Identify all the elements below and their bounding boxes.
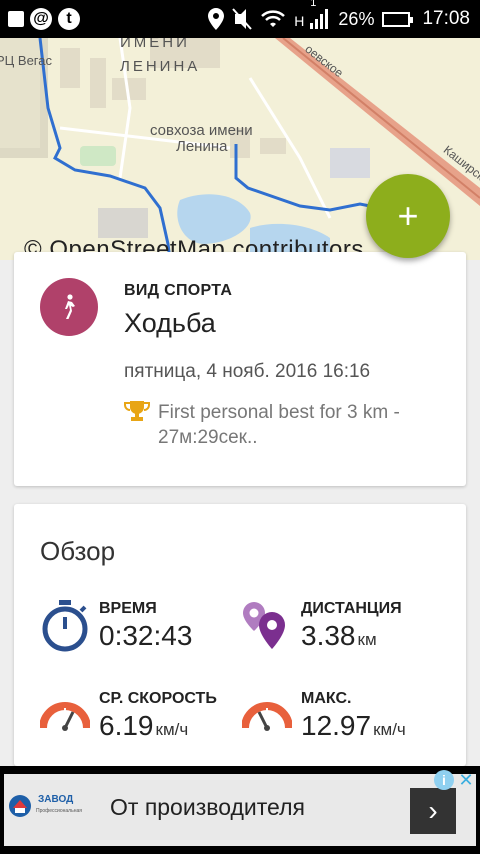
add-button[interactable]: + [366, 174, 450, 258]
ad-open-button[interactable]: › [410, 788, 456, 834]
chevron-right-icon: › [428, 795, 438, 826]
ad-close-icon[interactable]: ✕ [456, 770, 476, 790]
location-pin-icon [208, 8, 225, 30]
signal-superscript: 1 [310, 0, 317, 9]
map-label: ЛЕНИНА [120, 58, 201, 75]
stat-label: СР. СКОРОСТЬ [99, 690, 217, 707]
stat-label: ВРЕМЯ [99, 600, 157, 617]
at-sign-icon: @ [30, 8, 52, 30]
t-app-icon: t [58, 8, 80, 30]
map-label: РЦ Вегас [0, 53, 52, 68]
activity-card: ВИД СПОРТА Ходьба пятница, 4 нояб. 2016 … [14, 252, 466, 486]
sport-type-label: ВИД СПОРТА [124, 282, 233, 299]
status-bar: @ t H 1 26% 17:08 [0, 0, 480, 38]
stat-value: 12.97 км/ч [301, 710, 406, 742]
stat-unit: км/ч [373, 720, 406, 739]
stopwatch-icon [42, 600, 88, 652]
vibrate-muted-icon [232, 8, 253, 30]
status-right: H 1 26% 17:08 [208, 0, 480, 30]
ad-headline: От производителя [110, 794, 305, 820]
stat-label: ДИСТАНЦИЯ [301, 600, 402, 617]
stat-unit: км [357, 630, 377, 649]
ad-content[interactable]: ЗАВОД Профессиональная От производителя … [4, 774, 476, 846]
speedometer-icon [40, 702, 90, 731]
stat-value: 3.38 км [301, 620, 377, 652]
ad-logo-text: ЗАВОД [38, 794, 74, 805]
ad-banner[interactable]: ЗАВОД Профессиональная От производителя … [0, 766, 480, 854]
personal-best-text: First personal best for 3 km - 27м:29сек… [158, 402, 400, 448]
stat-value: 6.19 км/ч [99, 710, 188, 742]
stat-number: 3.38 [301, 620, 356, 651]
network-type-label: H [294, 13, 305, 29]
notification-square-icon [8, 11, 24, 27]
map-pins-icon [243, 602, 285, 649]
stat-value: 0:32:43 [99, 620, 192, 652]
stat-unit: км/ч [155, 720, 189, 739]
overview-title: Обзор [40, 536, 116, 566]
plus-icon: + [397, 195, 419, 236]
walking-person-icon [65, 294, 75, 319]
overview-card: Обзор ВРЕМЯ 0:32:43 ДИСТАНЦИЯ 3.38 км СР… [14, 504, 466, 766]
stat-number: 6.19 [99, 710, 154, 741]
battery-icon [382, 11, 414, 27]
speedometer-icon [242, 702, 292, 731]
cell-signal: H 1 [294, 0, 330, 29]
sport-type-value: Ходьба [124, 308, 216, 338]
activity-datetime: пятница, 4 нояб. 2016 16:16 [124, 361, 371, 382]
status-left: @ t [0, 8, 80, 30]
stat-label: МАКС. [301, 690, 352, 707]
ad-info-icon[interactable]: i [434, 770, 454, 790]
wifi-icon [261, 10, 286, 27]
map-label: Ленина [176, 138, 228, 155]
map-label: ИМЕНИ [120, 38, 190, 51]
ad-logo-subtext: Профессиональная [36, 808, 82, 814]
battery-percent: 26% [338, 8, 375, 29]
personal-best: First personal best for 3 km - 27м:29сек… [124, 400, 454, 450]
trophy-icon [124, 401, 150, 421]
status-clock: 17:08 [422, 8, 470, 29]
app-root: @ t H 1 26% 17:08 ИМЕНИ ЛЕНИНА совхоза и… [0, 0, 480, 854]
stat-number: 12.97 [301, 710, 372, 741]
ad-logo: ЗАВОД Профессиональная [8, 792, 82, 822]
signal-bars-icon [310, 9, 329, 29]
stat-number: 0:32:43 [99, 620, 193, 651]
activity-avatar [40, 278, 98, 336]
